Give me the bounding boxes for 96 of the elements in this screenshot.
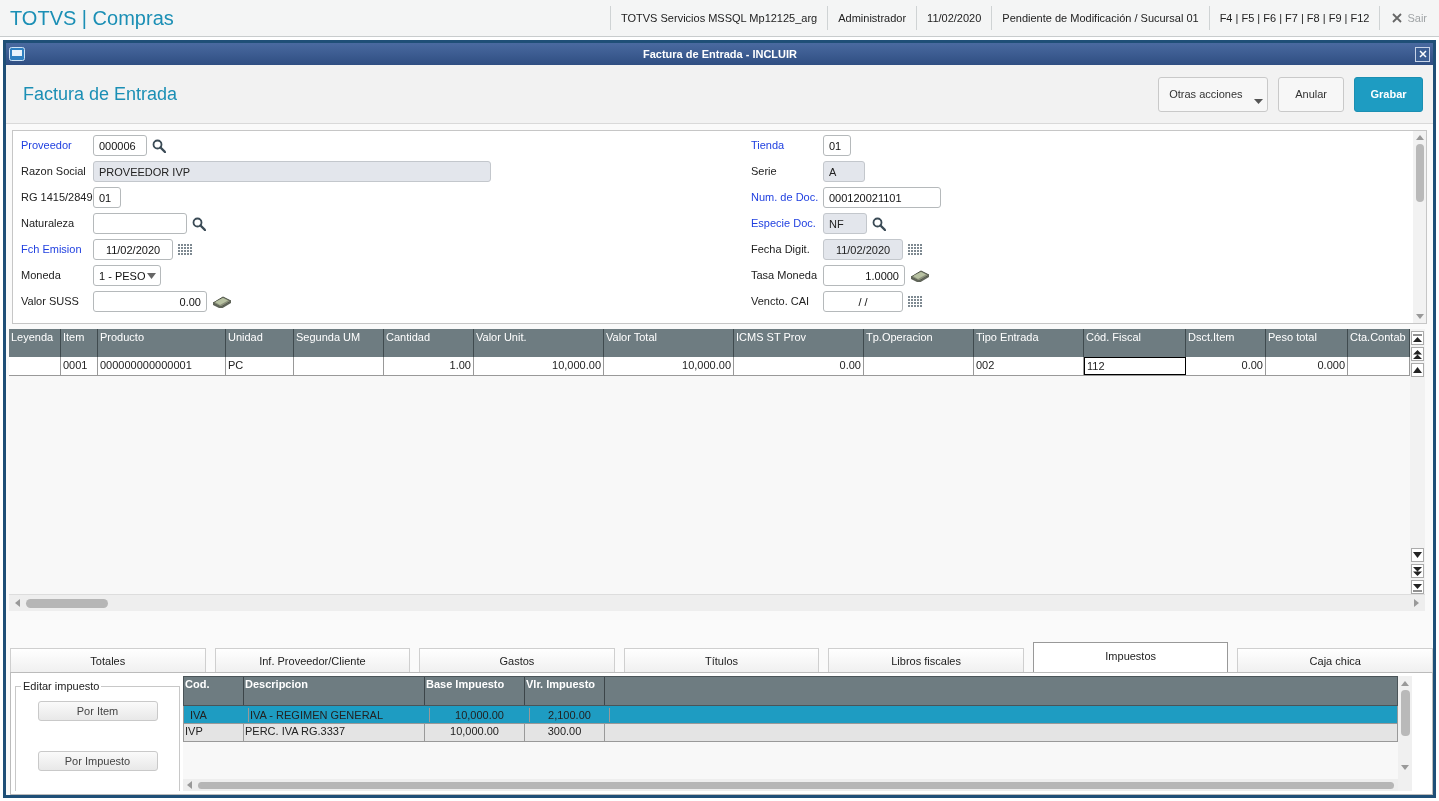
page-title: Factura de Entrada [23,83,178,105]
field-label: Fch Emision [21,242,83,255]
input-field[interactable]: 000006 [93,135,147,156]
field-label: Vencto. CAI [751,294,811,307]
table-cell: 1.00 [384,357,474,375]
field-label: Tienda [751,138,786,151]
search-icon[interactable] [192,217,206,231]
scrollbar[interactable] [1398,676,1412,791]
column-header[interactable]: Base Impuesto [425,677,525,705]
table-cell: 0001 [61,357,98,375]
page-down-button[interactable] [1411,564,1424,578]
table-cell: 10,000.00 [604,357,734,375]
field-label: Serie [751,164,778,177]
field-label: Proveedor [21,138,73,151]
input-field[interactable]: 11/02/2020 [93,239,173,260]
field-label: Moneda [21,268,62,281]
field-label: Fecha Digit. [751,242,811,255]
calendar-icon[interactable] [178,243,193,256]
arrow-up-icon [1413,367,1422,373]
input-field[interactable]: 000120021101 [823,187,941,208]
arrow-bottom-icon [1413,582,1422,592]
close-icon [1392,13,1403,23]
tab[interactable]: Títulos [623,648,820,672]
field-label: Naturaleza [21,216,76,229]
double-arrow-down-icon [1413,566,1422,576]
select-field[interactable]: 1 - PESO [93,265,161,286]
input-field[interactable]: NF [823,213,867,234]
close-button[interactable] [1415,46,1430,62]
status-item: Pendiente de Modificación / Sucursal 01 [991,6,1209,30]
action-button[interactable]: Por Impuesto [37,751,158,771]
caret-icon [1254,98,1264,104]
scrollbar[interactable] [183,779,1398,791]
input-field[interactable]: PROVEEDOR IVP [93,161,491,182]
field-label: Num. de Doc. [751,190,820,203]
field-label: Valor SUSS [21,294,80,307]
arrow-down-icon [1413,552,1422,558]
more-actions-button[interactable]: Otras acciones [1158,76,1269,112]
field-label: Razon Social [21,164,87,177]
scroll-up-button[interactable] [1411,363,1424,377]
group-title: Editar impuesto [21,680,102,692]
status-item: TOTVS Servicios MSSQL Mp12125_arg [610,6,828,30]
field-label: Tasa Moneda [751,268,819,281]
double-arrow-up-icon [1413,349,1422,359]
table-row[interactable]: IVP PERC. IVA RG.3337 10,000.00 300.00 [183,724,1398,742]
input-field[interactable]: 01 [93,187,121,208]
action-button[interactable]: Por Item [37,701,158,721]
input-field[interactable]: 01 [823,135,851,156]
tab[interactable]: Impuestos [1032,642,1229,672]
tab[interactable]: Gastos [419,648,615,672]
table-cell: 0.00 [1186,357,1266,375]
input-field[interactable]: 11/02/2020 [823,239,903,260]
page-up-button[interactable] [1411,347,1424,361]
scroll-down-button[interactable] [1411,548,1424,562]
app-logo: TOTVS | Compras [10,6,174,30]
table-cell: 0.000 [1266,357,1348,375]
tab[interactable]: Caja chica [1237,648,1434,672]
input-field[interactable] [93,213,187,234]
field-label: RG 1415/2849 [21,190,93,203]
window-icon [9,47,25,61]
calendar-icon[interactable] [908,295,923,308]
table-cell: 002 [974,357,1084,375]
search-icon[interactable] [152,139,166,153]
tab[interactable]: Totales [10,648,206,672]
table-cell: 112 [1084,357,1186,375]
column-header[interactable]: Descripcion [244,677,425,705]
tab[interactable]: Libros fiscales [828,648,1024,672]
calendar-icon[interactable] [908,243,923,256]
scroll-top-button[interactable] [1411,331,1424,345]
input-field[interactable]: 1.0000 [823,265,905,286]
status-item: F4 | F5 | F6 | F7 | F8 | F9 | F12 [1208,6,1380,30]
table-cell: 10,000.00 [474,357,604,375]
table-cell: 0.00 [734,357,864,375]
scrollbar[interactable] [9,594,1425,611]
column-header[interactable]: Vlr. Impuesto [525,677,605,705]
tab[interactable]: Inf. Proveedor/Cliente [214,648,411,672]
input-field[interactable]: / / [823,291,903,312]
column-header[interactable]: Cód. Fiscal [1084,329,1186,357]
scroll-bottom-button[interactable] [1411,580,1424,594]
cash-icon[interactable] [212,295,232,308]
status-item: 11/02/2020 [916,6,992,30]
search-icon[interactable] [872,217,886,231]
status-item: Administrador [827,6,917,30]
table-cell: PC [226,357,294,375]
table-cell: 000000000000001 [98,357,226,375]
table-row[interactable]: IVA IVA - REGIMEN GENERAL 10,000.00 2,100.00 [183,706,1398,724]
close-icon [1418,50,1427,58]
input-field[interactable]: 0.00 [93,291,207,312]
input-field[interactable]: A [823,161,865,182]
scrollbar[interactable] [1413,131,1426,323]
window-title: Factura de Entrada - INCLUIR [642,48,798,60]
field-label: Especie Doc. [751,216,817,229]
column-header[interactable]: Cod. [184,677,244,705]
caret-icon [147,272,156,279]
cash-icon[interactable] [910,269,930,282]
arrow-top-icon [1413,333,1422,343]
cancel-button[interactable]: Anular [1278,76,1344,112]
